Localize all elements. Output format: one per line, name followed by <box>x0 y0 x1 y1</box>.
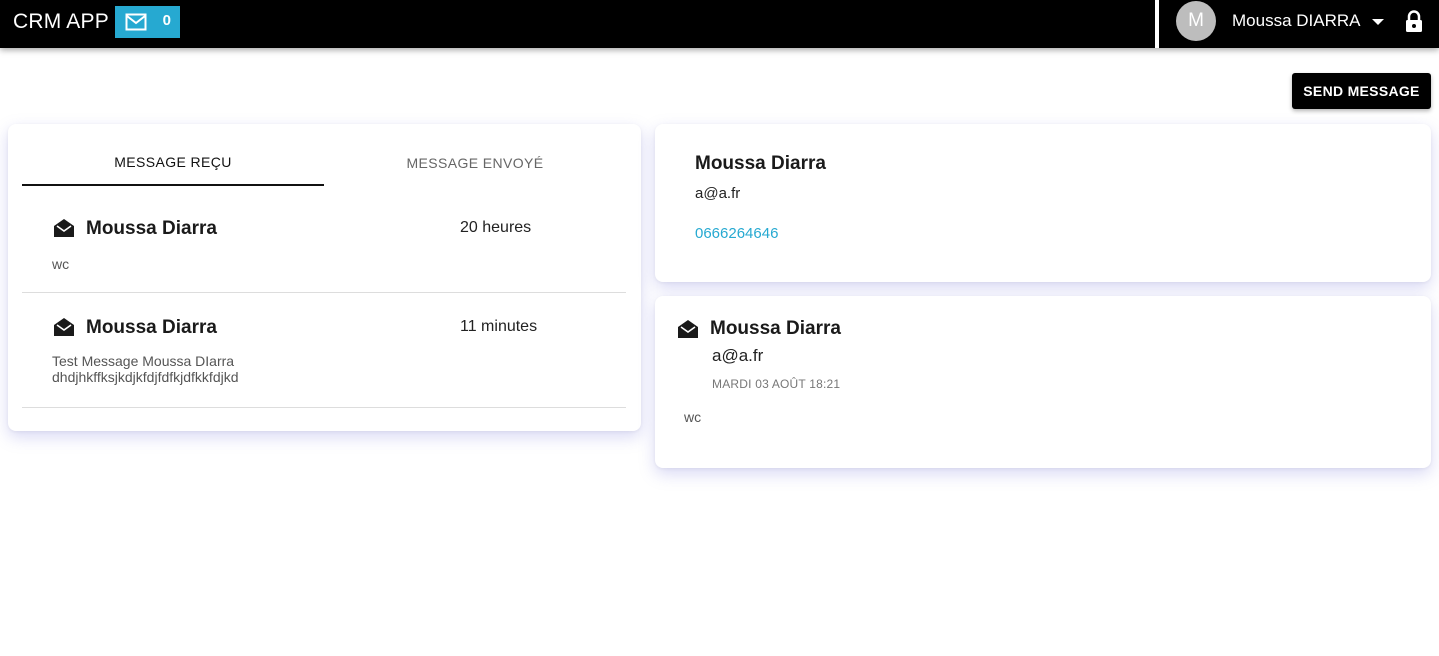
envelope-open-icon <box>54 318 74 336</box>
tab-sent[interactable]: MESSAGE ENVOYÉ <box>324 140 626 186</box>
detail-body: wc <box>684 409 702 425</box>
mail-icon <box>125 13 147 31</box>
lock-icon[interactable] <box>1405 10 1423 33</box>
contact-card: Moussa Diarra a@a.fr 0666264646 <box>655 124 1431 282</box>
contact-phone-link[interactable]: 0666264646 <box>695 225 778 242</box>
list-item[interactable]: Moussa Diarra 20 heures wc <box>22 186 626 293</box>
tab-received[interactable]: MESSAGE REÇU <box>22 140 324 186</box>
topbar-divider <box>1155 0 1159 48</box>
message-detail-card: Moussa Diarra a@a.fr MARDI 03 AOÛT 18:21… <box>655 296 1431 468</box>
user-name[interactable]: Moussa DIARRA <box>1232 11 1360 31</box>
message-preview-line: wc <box>52 256 70 272</box>
message-preview-line: Test Message Moussa DIarra <box>52 353 235 369</box>
contact-name: Moussa Diarra <box>695 153 826 174</box>
avatar[interactable]: M <box>1176 1 1216 41</box>
message-preview: wc <box>52 256 69 272</box>
message-tabs: MESSAGE REÇU MESSAGE ENVOYÉ <box>22 140 626 186</box>
contact-email: a@a.fr <box>695 185 741 202</box>
message-list-card: MESSAGE REÇU MESSAGE ENVOYÉ Moussa Diarr… <box>8 124 641 431</box>
app-title: CRM APP <box>13 10 109 33</box>
message-preview-line: dhdjhkffksjkdjkfdjfdfkjdfkkfdjkd <box>52 369 239 385</box>
detail-sender: Moussa Diarra <box>710 318 841 339</box>
top-app-bar: CRM APP 0 M Moussa DIARRA <box>0 0 1439 48</box>
list-item[interactable]: Moussa Diarra 11 minutes Test Message Mo… <box>22 293 626 408</box>
mail-count-badge: 0 <box>162 12 171 29</box>
envelope-open-icon <box>678 320 698 338</box>
chevron-down-icon[interactable] <box>1372 19 1384 25</box>
message-time: 20 heures <box>460 219 532 236</box>
message-preview: Test Message Moussa DIarra dhdjhkffksjkd… <box>52 353 239 385</box>
message-time: 11 minutes <box>460 318 538 335</box>
message-sender: Moussa Diarra <box>86 317 217 338</box>
message-sender: Moussa Diarra <box>86 218 217 239</box>
envelope-open-icon <box>54 219 74 237</box>
detail-date: MARDI 03 AOÛT 18:21 <box>712 377 841 391</box>
detail-email: a@a.fr <box>712 346 764 365</box>
send-message-button[interactable]: SEND MESSAGE <box>1292 73 1431 109</box>
mail-notification-button[interactable]: 0 <box>115 6 180 38</box>
